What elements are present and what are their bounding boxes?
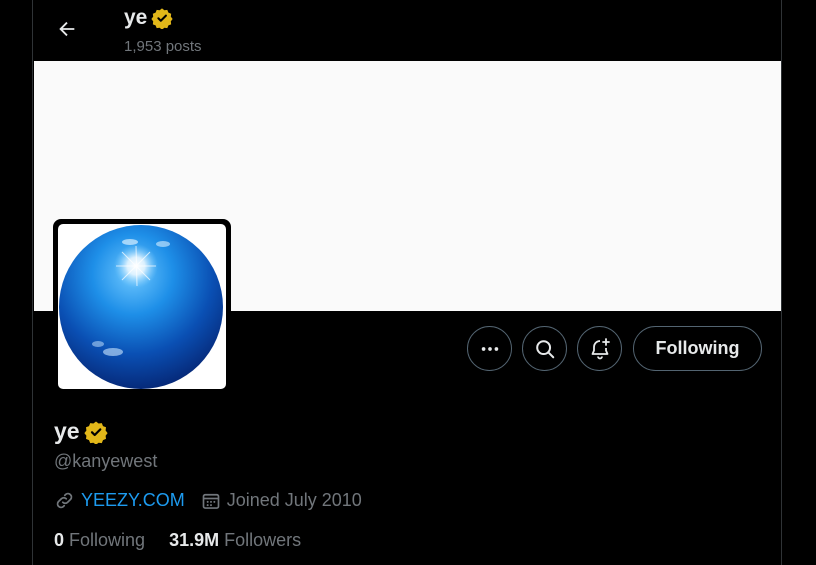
notifications-button[interactable] (577, 326, 622, 371)
following-stat[interactable]: 0 Following (54, 530, 145, 551)
verified-badge-icon (151, 8, 173, 29)
post-count: 1,953 posts (124, 38, 202, 55)
followers-label: Followers (224, 530, 302, 550)
calendar-icon (202, 493, 220, 509)
more-button[interactable] (467, 326, 512, 371)
following-label: Following (69, 530, 146, 550)
following-button[interactable]: Following (633, 326, 762, 371)
profile-meta: YEEZY.COM Joined July 2010 (54, 490, 378, 511)
profile-name-row: ye (54, 418, 108, 445)
profile-actions: Following (33, 326, 781, 371)
followers-count: 31.9M (169, 530, 220, 550)
verified-badge-icon[interactable] (83, 420, 108, 444)
back-button[interactable] (50, 12, 84, 46)
profile-handle: @kanyewest (54, 451, 158, 471)
arrow-left-icon (59, 21, 75, 37)
joined-date: Joined July 2010 (226, 490, 362, 510)
top-bar: ye 1,953 posts (33, 0, 781, 61)
website-link[interactable]: YEEZY.COM (81, 490, 185, 511)
profile-name: ye (54, 418, 80, 444)
followers-stat[interactable]: 31.9M Followers (169, 530, 301, 551)
bell-plus-icon (591, 337, 610, 359)
link-icon (56, 492, 73, 509)
header-name: ye (124, 6, 148, 29)
joined-item: Joined July 2010 (201, 490, 362, 511)
website-item: YEEZY.COM (54, 490, 185, 511)
following-count: 0 (54, 530, 65, 550)
profile-stats: 0 Following 31.9M Followers (54, 530, 325, 551)
profile-column: ye 1,953 posts Following ye @kanyewest Y… (32, 0, 782, 565)
more-icon (481, 346, 498, 351)
search-posts-button[interactable] (522, 326, 567, 371)
search-icon (535, 339, 554, 358)
header-title: ye (124, 6, 173, 30)
